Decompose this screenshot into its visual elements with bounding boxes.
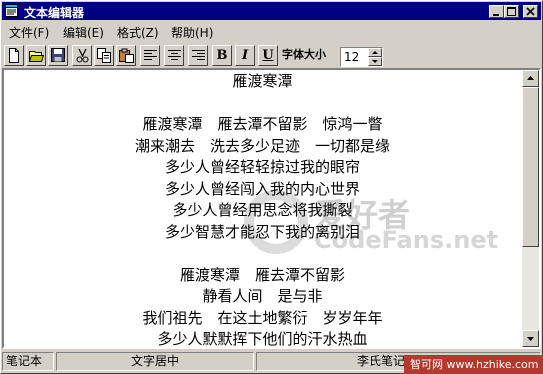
align-right-icon	[192, 50, 205, 60]
text-editor-area[interactable]: 爱好者 CodeFans.net 雁渡寒潭 雁渡寒潭 雁去潭不留影 惊鸿一瞥 潮来…	[2, 68, 541, 349]
copy-button[interactable]	[94, 45, 114, 66]
cut-button[interactable]	[72, 45, 92, 66]
cut-scissors-icon	[76, 48, 89, 63]
open-folder-button[interactable]	[26, 45, 46, 66]
editor-line: 雁渡寒潭	[232, 72, 293, 90]
editor-content[interactable]: 雁渡寒潭 雁渡寒潭 雁去潭不留影 惊鸿一瞥 潮来潮去 洗去多少足迹 一切都是缘 多少…	[4, 71, 521, 351]
new-file-icon	[9, 48, 19, 63]
status-panel-1: 笔记本	[2, 352, 54, 371]
menu-edit[interactable]: 编辑(E)	[63, 24, 104, 41]
notepad-app-icon	[5, 4, 18, 17]
align-left-button[interactable]	[140, 45, 160, 66]
status-panel-2: 文字居中	[56, 352, 254, 371]
editor-line: 雁渡寒潭 雁去潭不留影 惊鸿一瞥	[142, 115, 383, 133]
editor-line: 多少人曾经轻轻掠过我的眼帘	[164, 158, 360, 176]
save-button[interactable]	[48, 45, 68, 66]
spinner-down-button[interactable]	[368, 57, 382, 66]
editor-line: 多少智慧才能忍下我的离别泪	[164, 222, 360, 241]
editor-line: 静看人间 是与非	[202, 287, 323, 305]
close-button[interactable]	[523, 5, 538, 18]
menu-bar: 文件(F) 编辑(E) 格式(Z) 帮助(H)	[2, 22, 541, 41]
toolbar: B I U 字体大小 12	[2, 44, 541, 70]
copy-icon	[97, 48, 111, 63]
align-right-button[interactable]	[188, 45, 208, 66]
title-bar: 文本编辑器	[2, 2, 541, 20]
menu-format[interactable]: 格式(Z)	[117, 24, 159, 41]
triangle-down-icon	[372, 60, 378, 63]
align-left-icon	[144, 50, 157, 60]
paste-button[interactable]	[116, 45, 136, 66]
close-icon	[526, 7, 535, 16]
spinner-arrows	[368, 48, 382, 66]
scroll-up-button[interactable]	[522, 70, 539, 87]
scroll-up-arrow-icon	[527, 76, 534, 80]
editor-line: 多少人曾经闯入我的内心世界	[164, 179, 360, 198]
align-center-button[interactable]	[164, 45, 184, 66]
font-size-value[interactable]: 12	[344, 50, 359, 64]
minimize-icon	[493, 14, 499, 16]
bold-button[interactable]: B	[212, 45, 232, 66]
editor-line: 多少人默默挥下他们的汗水热血	[157, 330, 368, 348]
paste-icon	[119, 48, 134, 63]
new-file-button[interactable]	[4, 45, 24, 66]
open-folder-icon	[29, 51, 44, 62]
editor-line: 我们祖先 在这土地繁衍 岁岁年年	[142, 308, 383, 327]
italic-button[interactable]: I	[235, 45, 255, 66]
scroll-down-button[interactable]	[522, 330, 539, 347]
spinner-up-button[interactable]	[368, 48, 382, 57]
editor-line: 多少人曾经用思念将我撕裂	[172, 201, 353, 219]
menu-file[interactable]: 文件(F)	[9, 24, 49, 41]
menu-help[interactable]: 帮助(H)	[171, 24, 213, 41]
save-disk-icon	[51, 48, 65, 62]
underline-button[interactable]: U	[258, 45, 278, 66]
font-size-label: 字体大小	[282, 48, 326, 61]
maximize-button[interactable]	[504, 5, 519, 18]
vertical-scrollbar[interactable]	[522, 70, 539, 347]
maximize-icon	[507, 7, 516, 16]
app-window: 文本编辑器 文件(F) 编辑(E) 格式(Z) 帮助(H) B I U 字体大小…	[0, 0, 543, 374]
editor-line: 雁渡寒潭 雁去潭不留影	[179, 265, 345, 284]
scroll-down-arrow-icon	[527, 337, 534, 341]
scroll-thumb[interactable]	[522, 87, 539, 247]
align-center-icon	[168, 50, 181, 60]
site-watermark-band: 智可网 www.hzhike.com	[404, 355, 543, 374]
editor-line: 潮来潮去 洗去多少足迹 一切都是缘	[134, 136, 390, 155]
window-title: 文本编辑器	[24, 6, 85, 20]
triangle-up-icon	[372, 51, 378, 54]
font-size-spinner[interactable]: 12	[340, 47, 383, 67]
minimize-button[interactable]	[489, 5, 504, 18]
